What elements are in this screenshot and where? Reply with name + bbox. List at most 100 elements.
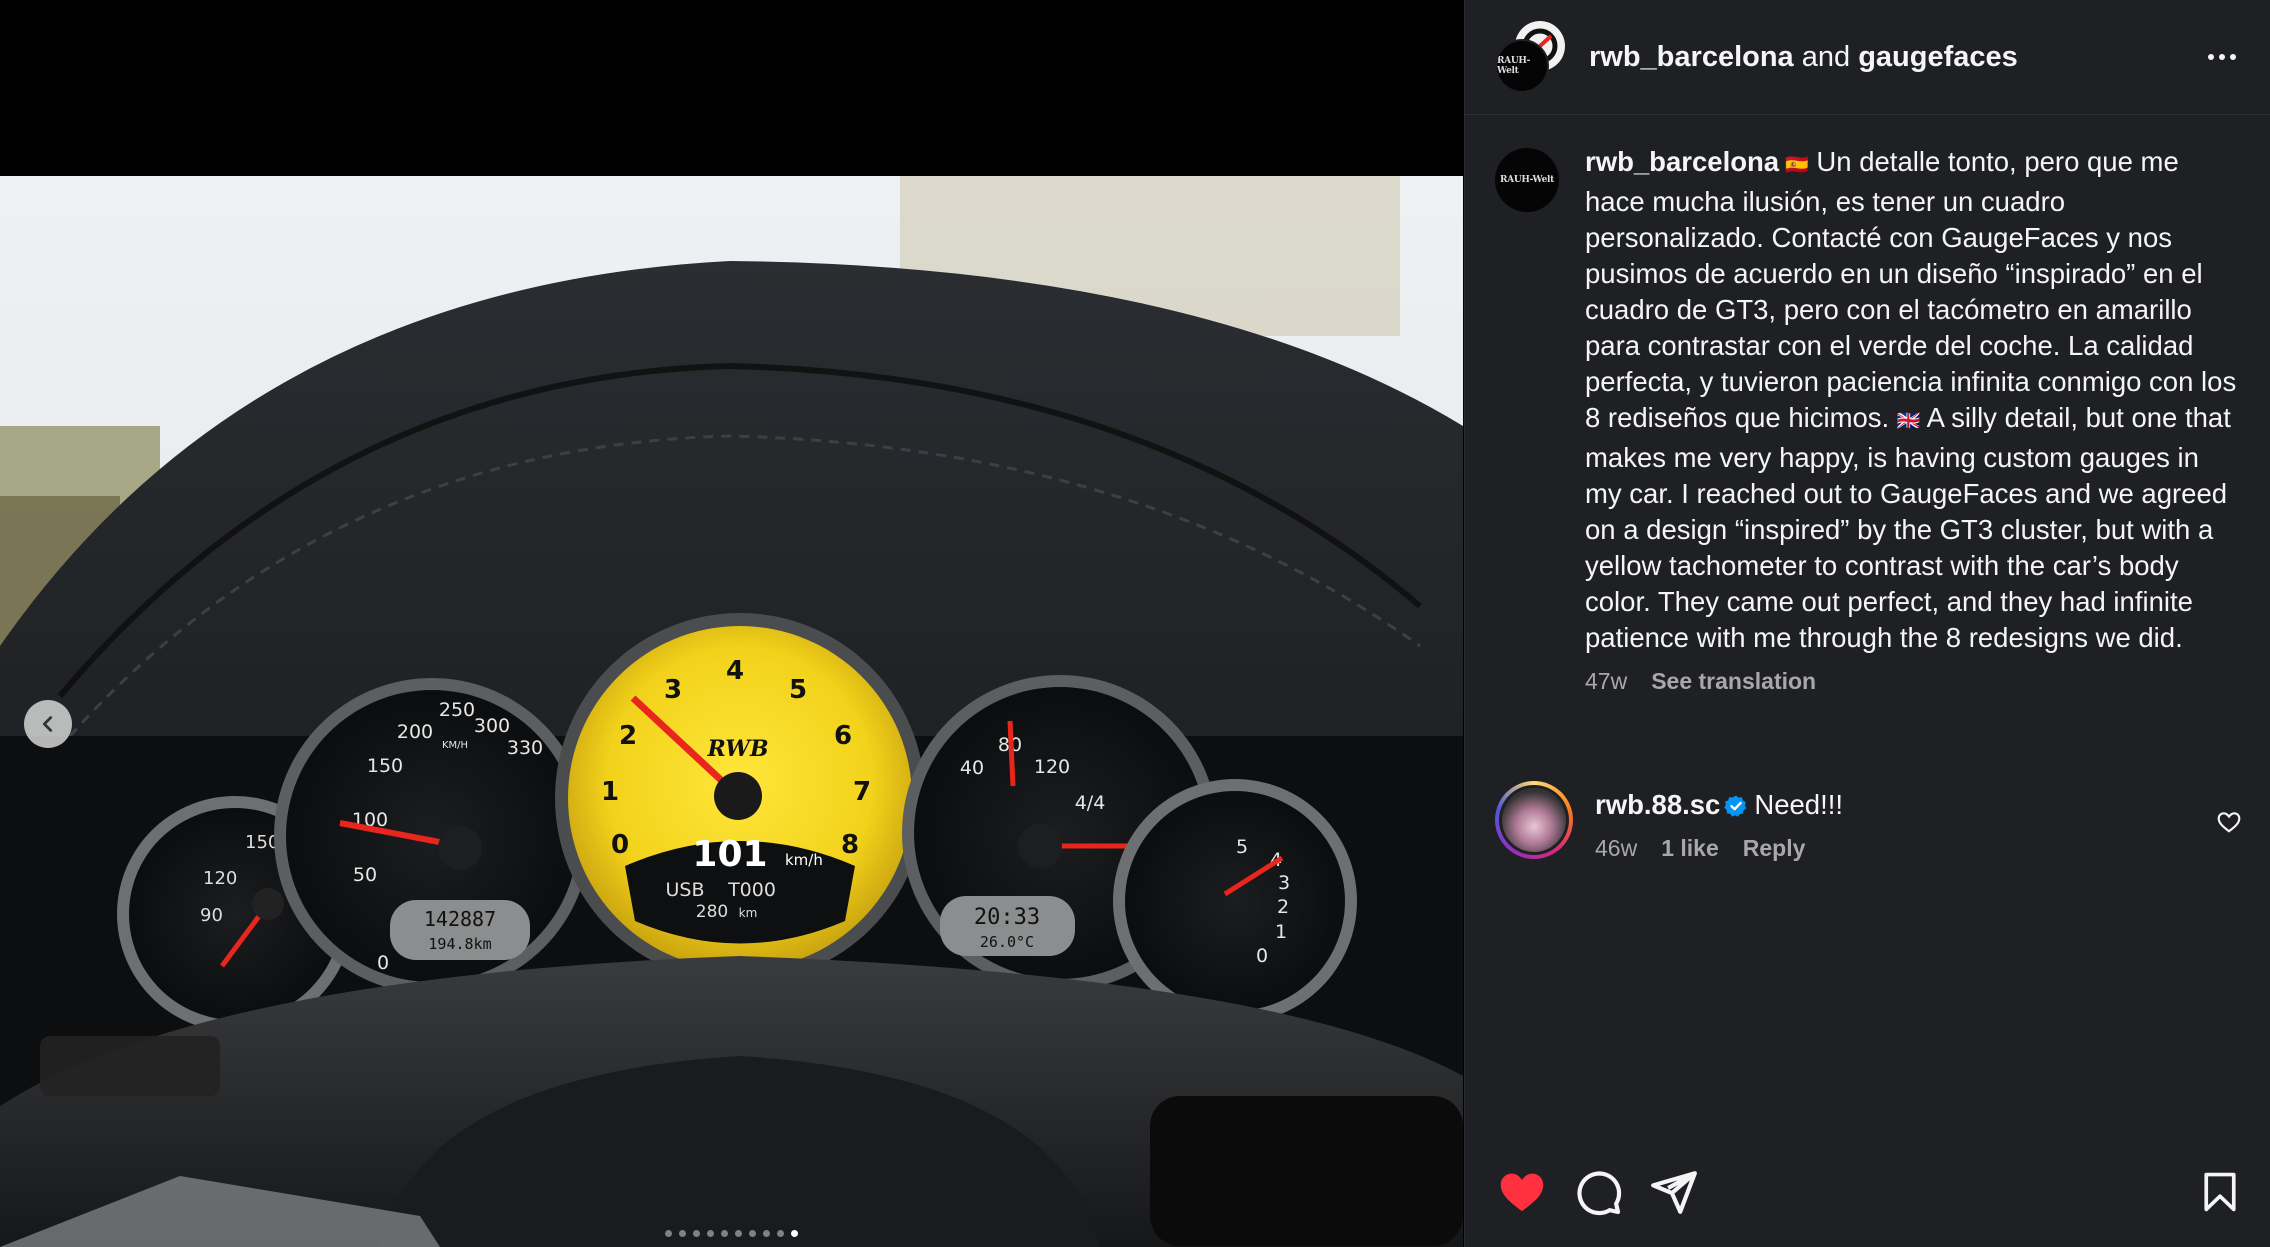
range-value: 280 [696,902,728,922]
temp-label-quarter: 4/4 [1075,792,1106,814]
tach-label-0: 0 [611,830,629,860]
action-bar [1465,1137,2270,1247]
bookmark-icon [2204,1172,2236,1212]
odometer: 142887 [424,907,496,931]
comment-button[interactable] [1573,1167,1623,1217]
caption-timestamp[interactable]: 47w [1585,668,1627,695]
oil-right-label-3: 3 [1278,872,1290,894]
avatar-logo-text: RAUH-Welt [1499,175,1555,185]
speedo-label-50: 50 [353,864,377,886]
caption-spanish-text: Un detalle tonto, pero que me hace mucha… [1585,146,2237,433]
tach-label-4: 4 [726,656,744,686]
save-button[interactable] [2198,1167,2242,1217]
comment-icon [1577,1171,1622,1216]
comment-meta: 46w 1 like Reply [1595,835,2216,862]
dashboard-photo: 150 120 90 100 50 0 150 200 250 300 330 [0,176,1463,1247]
caption: RAUH-Welt rwb_barcelona 🇪🇸 Un detalle ton… [1495,144,2242,695]
share-button[interactable] [1649,1167,1699,1217]
more-dot [2219,54,2225,60]
post-media[interactable]: 150 120 90 100 50 0 150 200 250 300 330 [0,0,1463,1247]
usb-track: T000 [727,879,776,901]
caption-text: rwb_barcelona 🇪🇸 Un detalle tonto, pero q… [1585,144,2242,656]
post-header: RAUH-Welt rwb_barcelona and gaugefaces [1465,0,2270,115]
more-options-button[interactable] [2202,42,2242,72]
comment-body: Need!!! [1754,789,1844,820]
chevron-left-icon [42,716,53,732]
oil-gauge-90: 90 [200,905,223,926]
comment-timestamp[interactable]: 46w [1595,835,1637,862]
usb-label: USB [665,879,704,901]
caption-meta: 47w See translation [1585,668,2242,695]
tach-logo: RWB [706,736,768,762]
digital-speed: 101 [692,834,767,875]
oil-right-label-2: 2 [1277,896,1289,918]
oil-gauge-120: 120 [203,868,237,889]
speedo-label-330: 330 [507,737,543,759]
heart-filled-icon [1500,1173,1544,1212]
carousel-dot [749,1230,756,1237]
carousel-dot [735,1230,742,1237]
more-dot [2230,54,2236,60]
oil-right-label-0: 0 [1256,945,1268,967]
carousel-dot [763,1230,770,1237]
comment-item: rwb.88.sc Need!!! 46w 1 like Reply [1495,781,2242,862]
verified-badge-icon [1724,795,1747,817]
previous-slide-button[interactable] [24,700,72,748]
commenter-avatar [1502,788,1566,852]
speedo-label-200: 200 [397,721,433,743]
author-link-rwb-barcelona[interactable]: rwb_barcelona [1589,41,1794,73]
send-icon [1651,1171,1697,1214]
clock: 20:33 [974,905,1040,930]
comment-likes-button[interactable]: 1 like [1661,835,1719,862]
avatar-inner [1499,785,1569,855]
speedo-unit: KM/H [442,740,468,751]
outside-temp: 26.0°C [980,933,1034,951]
speedo-label-300: 300 [474,715,510,737]
carousel-dot [665,1230,672,1237]
see-translation-button[interactable]: See translation [1651,668,1816,695]
like-button[interactable] [1497,1167,1547,1217]
reply-button[interactable]: Reply [1743,835,1806,862]
avatar-logo-text: RAUH-Welt [1497,56,1531,76]
digital-speed-unit: km/h [785,851,823,869]
commenter-username[interactable]: rwb.88.sc [1595,789,1720,820]
speedo-label-150: 150 [367,755,403,777]
speedo-label-250: 250 [439,699,475,721]
tach-label-3: 3 [664,675,682,705]
uk-flag-icon: 🇬🇧 [1896,411,1921,432]
author-link-gaugefaces[interactable]: gaugefaces [1858,41,2018,73]
spain-flag-icon: 🇪🇸 [1785,155,1809,176]
oil-right-label-1: 1 [1275,921,1287,943]
tach-label-8: 8 [841,830,859,860]
tach-label-7: 7 [853,777,871,807]
authors-connector: and [1801,40,1851,73]
comments-section: RAUH-Welt rwb_barcelona 🇪🇸 Un detalle ton… [1465,116,2270,1137]
comment-like-button[interactable] [2216,809,2242,835]
trip-meter: 194.8km [428,935,491,953]
heart-outline-icon [2217,812,2241,833]
carousel-indicators [0,1230,1463,1237]
rwb-barcelona-avatar[interactable]: RAUH-Welt [1495,39,1549,93]
range-unit: km [739,906,758,920]
speedo-label-0: 0 [377,952,389,974]
instagram-post-viewer: 150 120 90 100 50 0 150 200 250 300 330 [0,0,2270,1247]
carousel-dot [693,1230,700,1237]
temp-label-120: 120 [1034,756,1070,778]
carousel-dot [721,1230,728,1237]
carousel-dot [707,1230,714,1237]
caption-english-text: A silly detail, but one that makes me ve… [1585,402,2231,653]
caption-username[interactable]: rwb_barcelona [1585,146,1779,177]
oil-right-label-5: 5 [1236,836,1248,858]
commenter-story-ring[interactable] [1495,781,1573,859]
caption-avatar[interactable]: RAUH-Welt [1495,148,1559,212]
post-side-panel: RAUH-Welt rwb_barcelona and gaugefaces R… [1464,0,2270,1247]
more-horizontal-icon [2208,54,2214,60]
tach-label-2: 2 [619,721,637,751]
collab-avatars[interactable]: RAUH-Welt [1495,21,1567,93]
tach-label-6: 6 [834,721,852,751]
comment-text: rwb.88.sc Need!!! [1595,787,2216,823]
temp-label-40: 40 [960,757,984,779]
tach-label-5: 5 [789,675,807,705]
carousel-dot [791,1230,798,1237]
carousel-dot [777,1230,784,1237]
